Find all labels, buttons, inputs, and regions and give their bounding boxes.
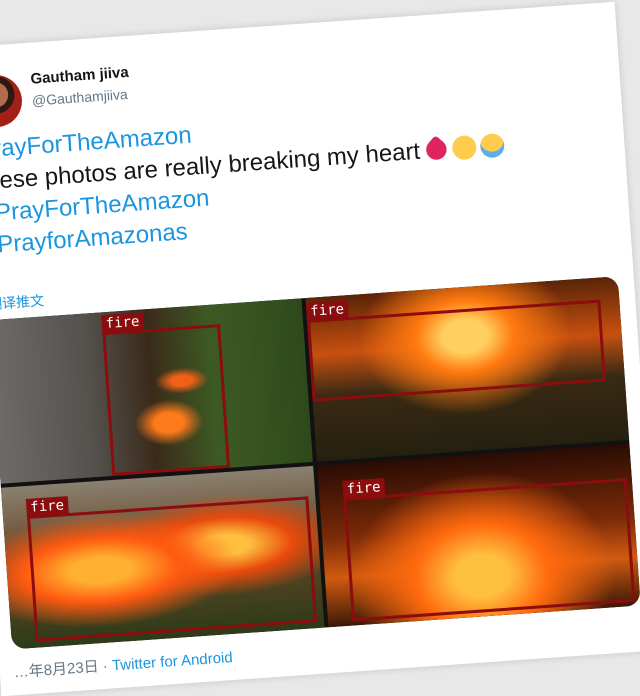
author-name[interactable]: Gautham jiiva: [30, 64, 129, 88]
avatar[interactable]: [0, 73, 24, 129]
tweet-photo[interactable]: fire: [305, 276, 630, 462]
tweet-photo[interactable]: fire: [0, 298, 313, 484]
tweet-text: PrayForTheAmazon these photos are really…: [0, 91, 614, 263]
detection-label: fire: [305, 300, 349, 321]
tweet-photo[interactable]: fire: [317, 443, 640, 628]
tweet-date[interactable]: …年8月23日: [13, 658, 99, 681]
detection-box: fire: [305, 299, 606, 402]
crying-face-icon: [451, 134, 477, 161]
detection-box: fire: [101, 312, 231, 476]
detection-box: fire: [342, 478, 636, 622]
detection-box: fire: [25, 496, 318, 642]
detection-label: fire: [101, 312, 145, 334]
detection-label: fire: [25, 496, 69, 518]
translate-tweet-link[interactable]: 翻译推文: [0, 290, 45, 314]
footer-separator: ·: [98, 657, 113, 676]
broken-heart-icon: [421, 135, 451, 164]
detection-label: fire: [342, 478, 386, 499]
author-handle[interactable]: @Gauthamjiiva: [31, 86, 128, 109]
sobbing-face-icon: [479, 132, 505, 159]
tweet-photo[interactable]: fire: [0, 465, 325, 650]
photo-grid: fire fire fire fire: [0, 276, 640, 650]
tweet-footer: …年8月23日 · Twitter for Android: [13, 646, 233, 682]
tweet-source-link[interactable]: Twitter for Android: [111, 649, 233, 674]
tweet-card: Gautham jiiva @Gauthamjiiva PrayForTheAm…: [0, 1, 640, 696]
